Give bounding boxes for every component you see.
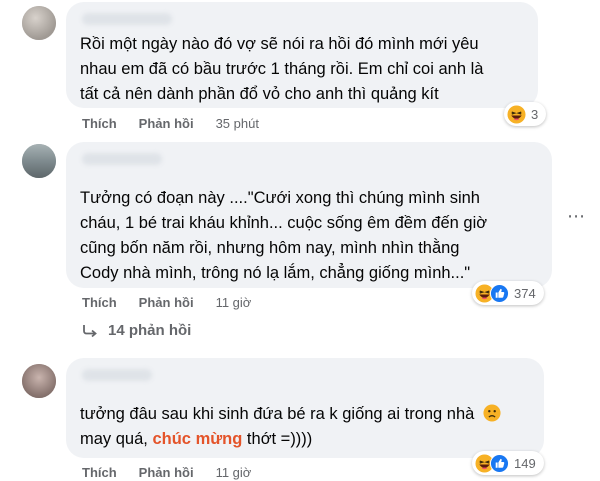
like-icon <box>490 283 509 303</box>
reply-arrow-icon <box>83 324 97 337</box>
reply-button[interactable]: Phản hồi <box>139 465 194 480</box>
comment-text-line: Cody nhà mình, trông nó lạ lắm, chẳng gi… <box>80 264 471 282</box>
comment-bubble: tưởng đâu sau khi sinh đứa bé ra k giống… <box>66 358 544 458</box>
more-options-icon[interactable]: ⋯ <box>566 206 586 226</box>
comment-text-line: Rồi một ngày nào đó vợ sẽ nói ra hồi đó … <box>80 35 479 53</box>
highlighted-text: chúc mừng <box>152 430 243 448</box>
reaction-count: 374 <box>514 285 536 301</box>
like-button[interactable]: Thích <box>82 465 117 480</box>
comment-text: may quá, <box>80 430 153 448</box>
comment-actions: Thích Phản hồi 11 giờ <box>82 465 251 480</box>
timestamp[interactable]: 11 giờ <box>216 295 252 310</box>
comment-2: Tưởng có đoạn này ...."Cưới xong thì chú… <box>0 140 600 350</box>
reaction-count: 3 <box>531 106 539 122</box>
view-replies-link[interactable]: 14 phản hồi <box>82 322 191 339</box>
timestamp[interactable]: 35 phút <box>216 116 259 131</box>
comment-actions: Thích Phản hồi 11 giờ <box>82 295 251 310</box>
like-icon <box>490 453 509 473</box>
comment-text: thớt =)))) <box>242 430 313 448</box>
comment-text-line: tất cả nên dành phần đổ vỏ cho anh thì q… <box>80 85 439 103</box>
comment-bubble: Rồi một ngày nào đó vợ sẽ nói ra hồi đó … <box>66 2 538 108</box>
avatar[interactable] <box>22 6 56 40</box>
comment-text-line: Tưởng có đoạn này ...."Cưới xong thì chú… <box>80 189 480 207</box>
author-name[interactable] <box>82 369 152 381</box>
reaction-count: 149 <box>514 455 536 471</box>
haha-icon <box>507 104 526 124</box>
comment-actions: Thích Phản hồi 35 phút <box>82 116 259 131</box>
reaction-summary[interactable]: 374 <box>472 281 544 305</box>
comment-text-line: cháu, 1 bé trai kháu khỉnh... cuộc sống … <box>80 214 488 232</box>
avatar[interactable] <box>22 144 56 178</box>
like-button[interactable]: Thích <box>82 116 117 131</box>
comment-text-line: cũng bốn năm rồi, nhưng hôm nay, mình nh… <box>80 239 460 257</box>
reply-button[interactable]: Phản hồi <box>139 295 194 310</box>
sad-emoji-icon <box>483 404 501 430</box>
reaction-summary[interactable]: 3 <box>504 102 547 126</box>
reply-button[interactable]: Phản hồi <box>139 116 194 131</box>
reaction-summary[interactable]: 149 <box>472 451 544 475</box>
comment-text-line: nhau em đã có bầu trước 1 tháng rồi. Em … <box>80 60 484 78</box>
comment-text: tưởng đâu sau khi sinh đứa bé ra k giống… <box>80 405 475 423</box>
avatar[interactable] <box>22 364 56 398</box>
comment-1: Rồi một ngày nào đó vợ sẽ nói ra hồi đó … <box>0 0 600 140</box>
comment-text-line: tưởng đâu sau khi sinh đứa bé ra k giống… <box>80 402 501 430</box>
comment-bubble: Tưởng có đoạn này ...."Cưới xong thì chú… <box>66 142 552 288</box>
replies-count-label: 14 phản hồi <box>108 322 192 339</box>
comment-text-line: may quá, chúc mừng thớt =)))) <box>80 427 312 452</box>
comment-3: tưởng đâu sau khi sinh đứa bé ra k giống… <box>0 350 600 481</box>
timestamp[interactable]: 11 giờ <box>216 465 252 480</box>
author-name[interactable] <box>82 13 172 25</box>
like-button[interactable]: Thích <box>82 295 117 310</box>
author-name[interactable] <box>82 153 162 165</box>
